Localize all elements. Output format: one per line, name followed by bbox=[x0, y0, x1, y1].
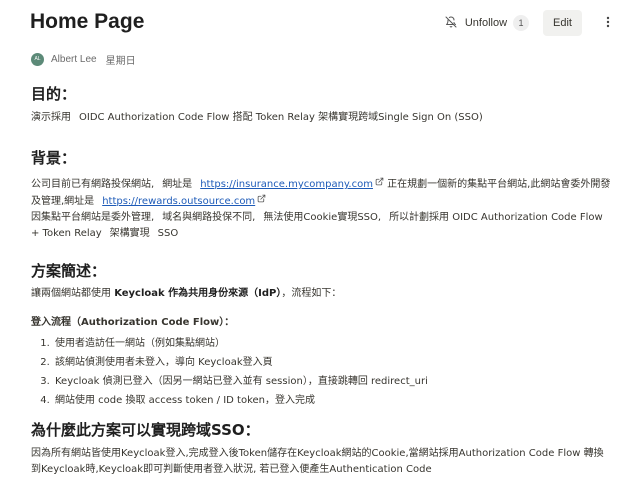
login-flow-steps: 使用者造訪任一網站（例如集點網站） 該網站偵測使用者未登入，導向 Keycloa… bbox=[31, 334, 611, 410]
insurance-site-link[interactable]: https://insurance.mycompany.com bbox=[200, 179, 373, 190]
background-text-4: 因集點平台網站是委外管理, bbox=[31, 212, 155, 223]
author-date: 星期日 bbox=[105, 55, 136, 67]
plan-heading: 方案簡述： bbox=[31, 262, 107, 280]
external-link-icon bbox=[375, 176, 384, 192]
unfollow-button[interactable]: Unfollow 1 bbox=[439, 9, 535, 37]
unfollow-label: Unfollow bbox=[464, 17, 508, 29]
section-purpose: 目的： 演示採用 OIDC Authorization Code Flow 搭配 … bbox=[31, 84, 611, 126]
background-text-9: SSO bbox=[157, 228, 179, 239]
purpose-text: 演示採用 OIDC Authorization Code Flow 搭配 Toke… bbox=[31, 110, 611, 126]
list-item: 該網站偵測使用者未登入，導向 Keycloak登入頁 bbox=[53, 353, 611, 372]
plan-intro-bold: Keycloak 作為共用身份來源（IdP） bbox=[114, 288, 282, 299]
more-options-button[interactable] bbox=[600, 10, 616, 36]
background-text-6: 無法使用Cookie實現SSO, bbox=[263, 212, 382, 223]
section-why: 為什麼此方案可以實現跨域SSO： 因為所有網站皆使用Keycloak登入,完成登… bbox=[31, 420, 611, 478]
external-link-icon bbox=[257, 193, 266, 209]
purpose-text-b: OIDC Authorization Code Flow 搭配 Token Re… bbox=[79, 112, 483, 123]
bell-slash-icon bbox=[445, 16, 465, 31]
plan-intro-a: 讓兩個網站都使用 bbox=[31, 288, 111, 299]
list-item: Keycloak 偵測已登入（因另一網站已登入並有 session），直接跳轉回… bbox=[53, 372, 611, 391]
list-item: 使用者造訪任一網站（例如集點網站） bbox=[53, 334, 611, 353]
background-paragraph: 公司目前已有網路投保網站, 網址是 https://insurance.mycomp… bbox=[31, 176, 611, 242]
edit-button[interactable]: Edit bbox=[543, 10, 582, 36]
why-text: 因為所有網站皆使用Keycloak登入,完成登入後Token儲存在Keycloa… bbox=[31, 448, 604, 475]
background-text-5: 域名與網路投保不同, bbox=[162, 212, 256, 223]
background-text-2: 網址是 bbox=[162, 179, 193, 190]
page: Home Page Unfollow 1 Edit AL Albert Lee … bbox=[0, 0, 640, 480]
follower-count-badge: 1 bbox=[513, 15, 530, 31]
list-item: 網站使用 code 換取 access token / ID token，登入完… bbox=[53, 391, 611, 410]
section-plan: 方案簡述： 讓兩個網站都使用 Keycloak 作為共用身份來源（IdP），流程… bbox=[31, 261, 611, 410]
page-header: Home Page Unfollow 1 Edit bbox=[0, 0, 640, 48]
why-heading: 為什麼此方案可以實現跨域SSO： bbox=[31, 421, 260, 439]
section-background: 背景： 公司目前已有網路投保網站, 網址是 https://insurance.my… bbox=[31, 148, 611, 242]
plan-intro: 讓兩個網站都使用 Keycloak 作為共用身份來源（IdP），流程如下： bbox=[31, 286, 611, 302]
rewards-site-link[interactable]: https://rewards.outsource.com bbox=[102, 196, 255, 207]
plan-intro-b: ，流程如下： bbox=[281, 288, 342, 299]
background-text-8: 架構實現 bbox=[109, 228, 150, 239]
flow-title: 登入流程（Authorization Code Flow）： bbox=[31, 317, 235, 328]
background-heading: 背景： bbox=[31, 149, 77, 167]
purpose-heading: 目的： bbox=[31, 85, 77, 103]
purpose-text-a: 演示採用 bbox=[31, 112, 71, 123]
more-vertical-icon bbox=[606, 16, 610, 31]
page-content: 目的： 演示採用 OIDC Authorization Code Flow 搭配 … bbox=[31, 84, 611, 478]
author-name[interactable]: Albert Lee bbox=[51, 54, 97, 65]
page-title: Home Page bbox=[30, 10, 145, 33]
author-row: AL Albert Lee 星期日 bbox=[31, 52, 136, 67]
avatar[interactable]: AL bbox=[31, 52, 44, 66]
header-actions: Unfollow 1 Edit bbox=[439, 9, 616, 37]
background-text-1: 公司目前已有網路投保網站, bbox=[31, 179, 155, 190]
